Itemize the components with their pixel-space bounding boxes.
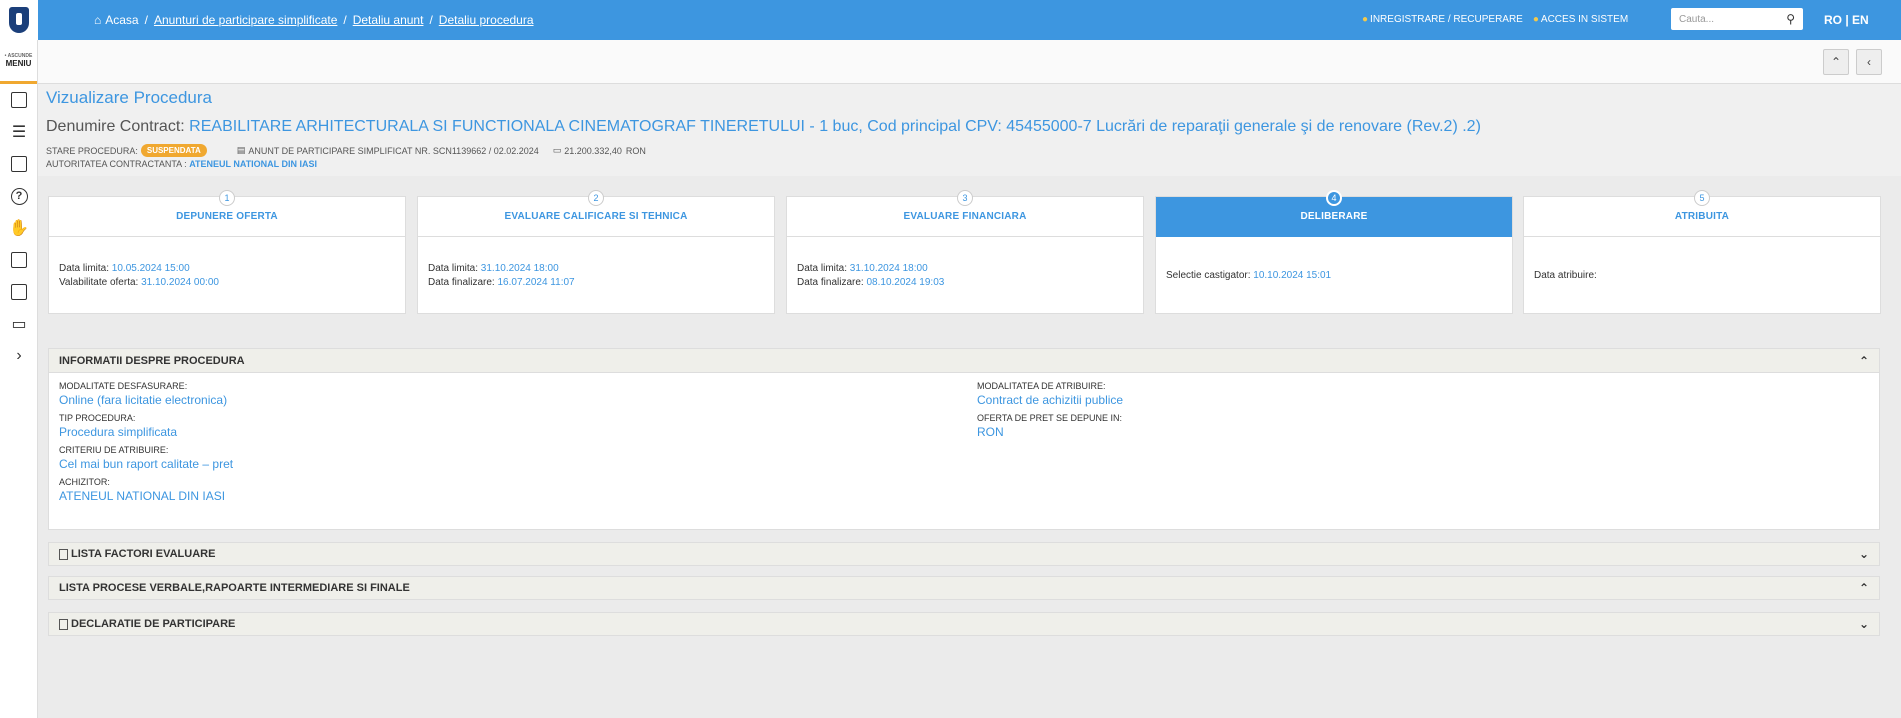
chevron-up-icon[interactable]: ⌃	[1859, 581, 1869, 595]
sidebar: • ASCUNDE MENIU ☰ ? ✋ ▭ ›	[0, 40, 38, 718]
declaration-panel[interactable]: DECLARATIE DE PARTICIPARE ⌄	[48, 612, 1880, 636]
hand-icon[interactable]: ✋	[0, 212, 38, 244]
factors-panel[interactable]: LISTA FACTORI EVALUARE ⌄	[48, 542, 1880, 566]
announcement-icon: ▤	[236, 145, 246, 155]
document-icon	[59, 618, 68, 630]
step-row: Data finalizare: 08.10.2024 19:03	[797, 276, 945, 288]
breadcrumb-separator: /	[144, 13, 148, 27]
breadcrumb-separator: /	[429, 13, 433, 27]
info-right-column: MODALITATEA DE ATRIBUIRE: Contract de ac…	[977, 381, 1124, 439]
home-icon: ⌂	[94, 13, 102, 27]
chart-icon[interactable]	[0, 276, 38, 308]
top-links: ● INREGISTRARE / RECUPERARE ● ACCES IN SIS…	[1362, 14, 1628, 25]
money-icon: ▭	[552, 145, 562, 155]
verbal-reports-panel[interactable]: LISTA PROCESE VERBALE,RAPOARTE INTERMEDI…	[48, 576, 1880, 600]
login-link[interactable]: ● ACCES IN SISTEM	[1533, 14, 1628, 25]
shield-logo-icon	[9, 7, 29, 33]
step-depunere-oferta: DEPUNERE OFERTA 1 Data limita: 10.05.202…	[48, 190, 406, 314]
chevron-left-icon: ‹	[1867, 55, 1871, 69]
procedure-info-panel: INFORMATII DESPRE PROCEDURA ⌃ MODALITATE…	[48, 348, 1880, 530]
menu-toggle[interactable]: • ASCUNDE MENIU	[0, 40, 37, 84]
procedure-header: Vizualizare Procedura Denumire Contract:…	[38, 84, 1901, 176]
breadcrumb-separator: /	[343, 13, 347, 27]
chevron-up-icon[interactable]: ⌃	[1859, 354, 1869, 368]
breadcrumb-announcements[interactable]: Anunturi de participare simplificate	[154, 13, 337, 27]
breadcrumb-procedure-detail[interactable]: Detaliu procedura	[439, 13, 534, 27]
book-icon[interactable]	[0, 148, 38, 180]
search-input[interactable]: Cauta... ⚲	[1671, 8, 1803, 30]
step-evaluare-financiara: EVALUARE FINANCIARA 3 Data limita: 31.10…	[786, 190, 1144, 314]
step-row: Valabilitate oferta: 31.10.2024 00:00	[59, 276, 219, 288]
step-row: Data limita: 10.05.2024 15:00	[59, 262, 190, 274]
back-button[interactable]: ‹	[1856, 49, 1882, 75]
step-row: Selectie castigator: 10.10.2024 15:01	[1166, 269, 1332, 281]
chevron-down-icon[interactable]: ⌄	[1859, 547, 1869, 561]
id-card-icon[interactable]	[0, 244, 38, 276]
chevron-up-icon: ⌃	[1830, 55, 1842, 69]
procedure-meta: STARE PROCEDURA: SUSPENDATA ▤ ANUNT DE P…	[46, 144, 646, 157]
expand-sidebar-icon[interactable]: ›	[0, 340, 38, 372]
list-arrow-icon[interactable]: ☰	[0, 116, 38, 148]
step-row: Data finalizare: 16.07.2024 11:07	[428, 276, 575, 288]
step-row: Data limita: 31.10.2024 18:00	[428, 262, 559, 274]
top-navbar: ⌂ Acasa / Anunturi de participare simplif…	[0, 0, 1901, 40]
step-atribuita: ATRIBUITA 5 Data atribuire:	[1523, 190, 1881, 314]
procedure-steps: DEPUNERE OFERTA 1 Data limita: 10.05.202…	[48, 190, 1881, 314]
document-icon	[59, 548, 68, 560]
contracting-authority: AUTORITATEA CONTRACTANTA : ATENEUL NATIO…	[46, 159, 318, 169]
page-title: Vizualizare Procedura	[46, 88, 212, 107]
step-row: Data limita: 31.10.2024 18:00	[797, 262, 928, 274]
contract-name: Denumire Contract: REABILITARE ARHITECTU…	[46, 118, 1481, 135]
step-deliberare: DELIBERARE 4 Selectie castigator: 10.10.…	[1155, 190, 1513, 314]
chevron-down-icon[interactable]: ⌄	[1859, 617, 1869, 631]
breadcrumb: ⌂ Acasa / Anunturi de participare simplif…	[94, 13, 534, 27]
user-icon: ●	[1362, 14, 1369, 25]
step-evaluare-calificare: EVALUARE CALIFICARE SI TEHNICA 2 Data li…	[417, 190, 775, 314]
register-link[interactable]: ● INREGISTRARE / RECUPERARE	[1362, 14, 1523, 25]
breadcrumb-home[interactable]: ⌂ Acasa	[94, 13, 139, 27]
toolbar: ⌃ ‹	[38, 40, 1901, 84]
search-icon[interactable]: ⚲	[1786, 12, 1795, 26]
currency: RON	[625, 145, 646, 156]
document-list-icon[interactable]	[0, 84, 38, 116]
help-icon[interactable]: ?	[0, 180, 38, 212]
panel-header[interactable]: INFORMATII DESPRE PROCEDURA ⌃	[49, 349, 1879, 373]
lock-icon: ●	[1532, 14, 1539, 25]
scroll-up-button[interactable]: ⌃	[1823, 49, 1849, 75]
language-switcher[interactable]: RO | EN	[1824, 13, 1869, 27]
announcement-number: ANUNT DE PARTICIPARE SIMPLIFICAT NR. SCN…	[248, 145, 539, 156]
logo[interactable]	[0, 0, 38, 40]
estimated-value: 21.200.332,40	[564, 145, 622, 156]
step-row: Data atribuire:	[1534, 269, 1597, 281]
status-badge: SUSPENDATA	[140, 144, 207, 157]
chat-icon[interactable]: ▭	[0, 308, 38, 340]
breadcrumb-announcement-detail[interactable]: Detaliu anunt	[353, 13, 424, 27]
info-left-column: MODALITATE DESFASURARE: Online (fara lic…	[59, 381, 234, 503]
